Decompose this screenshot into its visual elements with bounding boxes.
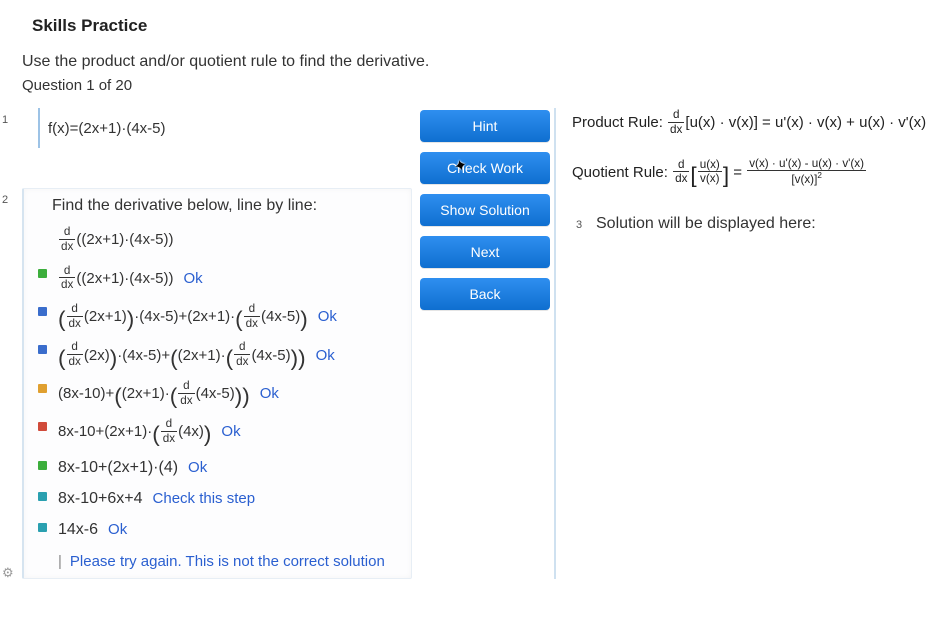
panel-number-2: 2 bbox=[2, 194, 8, 206]
instructions: Use the product and/or quotient rule to … bbox=[0, 36, 940, 73]
back-button[interactable]: Back bbox=[420, 278, 550, 310]
step-marker bbox=[38, 384, 47, 393]
step-marker bbox=[38, 523, 47, 532]
step-marker bbox=[38, 345, 47, 354]
step-expression: (8x-10)+((2x+1)·(ddx(4x-5))) bbox=[58, 385, 250, 402]
result-message: |Please try again. This is not the corre… bbox=[38, 547, 403, 574]
step-status: Ok bbox=[318, 308, 337, 325]
product-rule-label: Product Rule: bbox=[572, 114, 667, 131]
derivation-step[interactable]: ddx((2x+1)·(4x-5)) bbox=[38, 223, 403, 261]
step-status: Ok bbox=[221, 423, 240, 440]
question-counter: Question 1 of 20 bbox=[0, 73, 940, 94]
step-expression: ddx((2x+1)·(4x-5)) bbox=[58, 231, 173, 248]
step-expression: 8x-10+6x+4 bbox=[58, 490, 143, 507]
derivation-step[interactable]: (ddx(2x+1))·(4x-5)+(2x+1)·(ddx(4x-5)) Ok bbox=[38, 300, 403, 338]
action-buttons: Hint Check Work Show Solution Next Back bbox=[420, 108, 550, 310]
problem-statement: f(x)=(2x+1)·(4x-5) bbox=[38, 108, 412, 148]
main-columns: 1 2 f(x)=(2x+1)·(4x-5) Find the derivati… bbox=[0, 108, 940, 579]
step-status: Check this step bbox=[153, 490, 256, 507]
derivation-step[interactable]: (ddx(2x))·(4x-5)+((2x+1)·(ddx(4x-5))) Ok bbox=[38, 338, 403, 376]
derivation-step[interactable]: 8x-10+6x+4 Check this step bbox=[38, 485, 403, 516]
solution-placeholder: Solution will be displayed here: bbox=[596, 215, 816, 232]
step-marker bbox=[38, 269, 47, 278]
panel-number-3: 3 bbox=[576, 219, 582, 231]
step-marker bbox=[38, 307, 47, 316]
product-rule: Product Rule: ddx[u(x) · v(x)] = u'(x) ·… bbox=[572, 110, 940, 136]
quotient-rule: Quotient Rule: ddx[u(x)v(x)] = v(x) · u'… bbox=[572, 159, 940, 187]
show-solution-button[interactable]: Show Solution bbox=[420, 194, 550, 226]
step-status: Ok bbox=[183, 270, 202, 287]
derivation-step[interactable]: ddx((2x+1)·(4x-5)) Ok bbox=[38, 262, 403, 300]
work-title: Find the derivative below, line by line: bbox=[38, 197, 403, 215]
step-expression: 8x-10+(2x+1)·(4) bbox=[58, 459, 178, 476]
step-expression: 8x-10+(2x+1)·(ddx(4x)) bbox=[58, 423, 211, 440]
step-marker bbox=[38, 422, 47, 431]
derivation-step[interactable]: (8x-10)+((2x+1)·(ddx(4x-5))) Ok bbox=[38, 377, 403, 415]
panel-number-1: 1 bbox=[2, 114, 8, 126]
solution-area: 3 Solution will be displayed here: bbox=[572, 215, 940, 233]
derivation-step[interactable]: 8x-10+(2x+1)·(ddx(4x)) Ok bbox=[38, 415, 403, 453]
page-title: Skills Practice bbox=[0, 0, 940, 36]
step-marker bbox=[38, 461, 47, 470]
step-expression: (ddx(2x))·(4x-5)+((2x+1)·(ddx(4x-5))) bbox=[58, 347, 306, 364]
quotient-rule-label: Quotient Rule: bbox=[572, 164, 672, 181]
derivation-step[interactable]: 8x-10+(2x+1)·(4) Ok bbox=[38, 454, 403, 485]
next-button[interactable]: Next bbox=[420, 236, 550, 268]
step-status: Ok bbox=[188, 459, 207, 476]
step-status: Ok bbox=[260, 385, 279, 402]
result-text: Please try again. This is not the correc… bbox=[70, 553, 385, 570]
work-area: Find the derivative below, line by line:… bbox=[22, 188, 412, 579]
column-divider bbox=[554, 108, 556, 579]
gear-icon[interactable]: ⚙ bbox=[2, 565, 14, 581]
step-expression: 14x-6 bbox=[58, 521, 98, 538]
quotient-rule-formula: ddx[u(x)v(x)] = v(x) · u'(x) - u(x) · v'… bbox=[672, 164, 867, 181]
check-work-button[interactable]: Check Work bbox=[420, 152, 550, 184]
step-marker bbox=[38, 492, 47, 501]
step-status: Ok bbox=[316, 347, 335, 364]
step-expression: (ddx(2x+1))·(4x-5)+(2x+1)·(ddx(4x-5)) bbox=[58, 308, 308, 325]
product-rule-formula: ddx[u(x) · v(x)] = u'(x) · v(x) + u(x) ·… bbox=[667, 114, 926, 131]
derivation-step[interactable]: 14x-6 Ok bbox=[38, 516, 403, 547]
reference-panel: Product Rule: ddx[u(x) · v(x)] = u'(x) ·… bbox=[560, 108, 940, 233]
hint-button[interactable]: Hint bbox=[420, 110, 550, 142]
work-panel: 1 2 f(x)=(2x+1)·(4x-5) Find the derivati… bbox=[0, 108, 412, 579]
step-expression: ddx((2x+1)·(4x-5)) bbox=[58, 270, 173, 287]
step-status: Ok bbox=[108, 521, 127, 538]
